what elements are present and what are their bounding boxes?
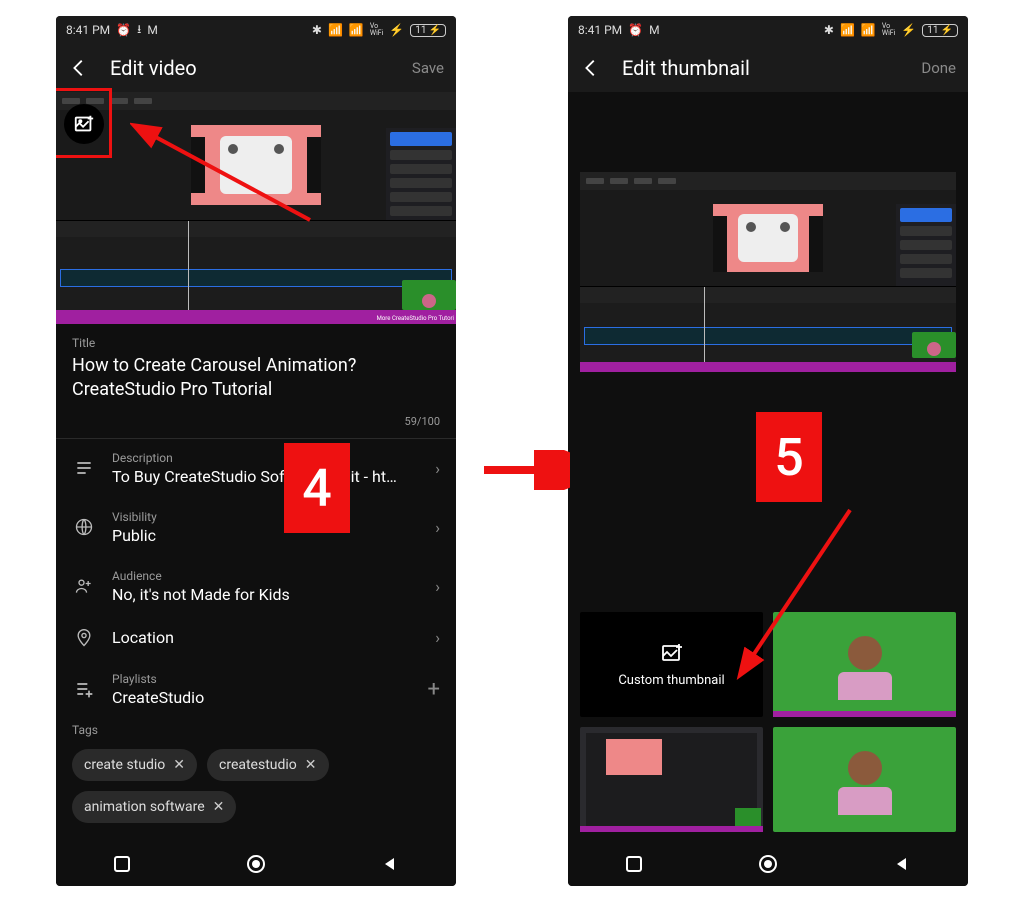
bluetooth-icon: ✱ [312, 23, 322, 37]
tag-chips: create studio✕ createstudio✕ animation s… [72, 749, 440, 823]
download-icon: ⭳ [137, 20, 141, 41]
annotation-arrow-transition [480, 450, 570, 490]
thumbnail-options-grid: Custom thumbnail [568, 600, 968, 844]
mail-icon: M [649, 23, 659, 37]
page-title: Edit thumbnail [622, 56, 750, 80]
back-nav-button[interactable] [382, 856, 398, 876]
signal-icon: 📶 [861, 23, 876, 37]
video-preview[interactable]: More CreateStudio Pro Tutori [56, 92, 456, 324]
audience-icon [72, 576, 96, 596]
home-button[interactable] [245, 853, 267, 879]
tags-label: Tags [72, 723, 440, 737]
battery-indicator: 11⚡ [922, 24, 958, 37]
row-audience[interactable]: Audience No, it's not Made for Kids › [56, 557, 456, 616]
tag-chip[interactable]: create studio✕ [72, 749, 197, 781]
app-header: Edit thumbnail Done [568, 44, 968, 92]
chevron-right-icon: › [435, 577, 440, 596]
back-nav-button[interactable] [894, 856, 910, 876]
presenter-pip [402, 280, 456, 310]
description-value: To Buy CreateStudio Software Visit - ht… [112, 467, 419, 486]
current-thumbnail-preview [580, 172, 956, 372]
visibility-value: Public [112, 526, 419, 545]
globe-icon [72, 517, 96, 537]
chevron-right-icon: › [435, 628, 440, 647]
battery-indicator: 11⚡ [410, 24, 446, 37]
recent-apps-button[interactable] [114, 856, 130, 876]
title-label: Title [72, 336, 440, 350]
annotation-step-5: 5 [756, 412, 822, 502]
tag-chip[interactable]: createstudio✕ [207, 749, 329, 781]
thumbnail-option[interactable] [773, 612, 956, 717]
visibility-label: Visibility [112, 510, 419, 524]
wifi-icon: ⚡ [901, 23, 916, 37]
title-section[interactable]: Title How to Create Carousel Animation? … [56, 324, 456, 407]
chevron-right-icon: › [435, 518, 440, 537]
audience-label: Audience [112, 569, 419, 583]
plus-icon[interactable]: + [428, 677, 440, 702]
clock: 8:41 PM [578, 23, 622, 37]
playlists-value: CreateStudio [112, 688, 412, 707]
vowifi-icon: VoWiFi [370, 23, 383, 37]
back-button[interactable] [580, 57, 602, 79]
chevron-right-icon: › [435, 459, 440, 478]
location-value: Location [112, 628, 419, 647]
tags-section: Tags create studio✕ createstudio✕ animat… [56, 719, 456, 851]
phone-edit-video: 8:41 PM ⏰ ⭳ M ✱ 📶 📶 VoWiFi ⚡ 11⚡ Edit vi… [56, 16, 456, 886]
android-nav-bar [56, 846, 456, 886]
close-icon[interactable]: ✕ [305, 757, 317, 773]
app-header: Edit video Save [56, 44, 456, 92]
playlists-label: Playlists [112, 672, 412, 686]
row-description[interactable]: Description To Buy CreateStudio Software… [56, 439, 456, 498]
audience-value: No, it's not Made for Kids [112, 585, 419, 604]
description-label: Description [112, 451, 419, 465]
close-icon[interactable]: ✕ [173, 757, 185, 773]
location-icon [72, 628, 96, 648]
back-button[interactable] [68, 57, 90, 79]
add-thumbnail-button[interactable] [64, 104, 104, 144]
title-field[interactable]: How to Create Carousel Animation? Create… [72, 354, 440, 403]
recent-apps-button[interactable] [626, 856, 642, 876]
save-button[interactable]: Save [412, 59, 444, 77]
bluetooth-icon: ✱ [824, 23, 834, 37]
page-title: Edit video [110, 56, 197, 80]
row-location[interactable]: Location › [56, 616, 456, 660]
description-icon [72, 458, 96, 478]
alarm-icon: ⏰ [116, 23, 131, 37]
annotation-step-4: 4 [284, 443, 350, 533]
editor-mockup: More CreateStudio Pro Tutori [56, 92, 456, 324]
custom-thumbnail-label: Custom thumbnail [618, 673, 724, 688]
status-bar: 8:41 PM ⏰ ⭳ M ✱ 📶 📶 VoWiFi ⚡ 11⚡ [56, 16, 456, 44]
wifi-icon: ⚡ [389, 23, 404, 37]
custom-thumbnail-button[interactable]: Custom thumbnail [580, 612, 763, 717]
signal-icon: 📶 [328, 23, 343, 37]
row-visibility[interactable]: Visibility Public › [56, 498, 456, 557]
signal-icon: 📶 [840, 23, 855, 37]
row-playlists[interactable]: Playlists CreateStudio + [56, 660, 456, 719]
done-button[interactable]: Done [921, 59, 956, 77]
vowifi-icon: VoWiFi [882, 23, 895, 37]
alarm-icon: ⏰ [628, 23, 643, 37]
status-bar: 8:41 PM ⏰ M ✱ 📶 📶 VoWiFi ⚡ 11⚡ [568, 16, 968, 44]
playlist-add-icon [72, 679, 96, 699]
close-icon[interactable]: ✕ [213, 799, 225, 815]
thumbnail-option[interactable] [580, 727, 763, 832]
home-button[interactable] [757, 853, 779, 879]
mail-icon: M [147, 23, 157, 37]
signal-icon: 📶 [349, 23, 364, 37]
tag-chip[interactable]: animation software✕ [72, 791, 236, 823]
thumbnail-option[interactable] [773, 727, 956, 832]
preview-caption: More CreateStudio Pro Tutori [377, 315, 454, 322]
clock: 8:41 PM [66, 23, 110, 37]
android-nav-bar [568, 846, 968, 886]
title-counter: 59/100 [56, 407, 456, 439]
